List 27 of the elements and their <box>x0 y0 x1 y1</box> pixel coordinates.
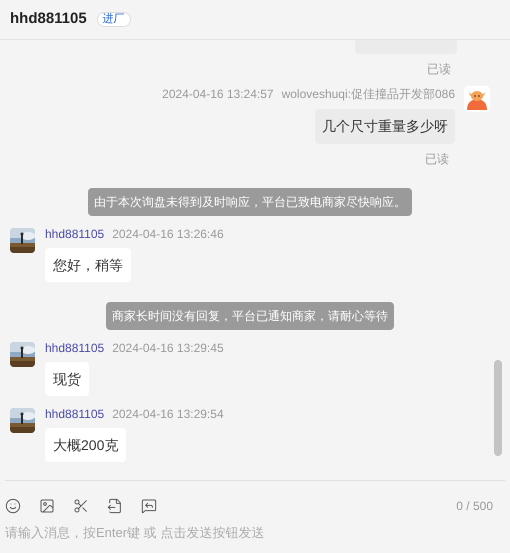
sender-name: hhd881105 <box>45 406 104 422</box>
message-bubble: 几个尺寸重量多少呀 <box>315 109 455 144</box>
avatar <box>464 86 490 112</box>
message-bubble: 您好，稍等 <box>45 248 131 282</box>
message-time: 2024-04-16 13:26:46 <box>112 226 224 242</box>
read-status: 已读 <box>427 61 451 78</box>
character-counter: 0 / 500 <box>456 498 493 515</box>
message-bubble: 现货 <box>45 362 89 396</box>
message-time: 2024-04-16 13:24:57 <box>162 86 274 102</box>
message-time: 2024-04-16 13:29:54 <box>112 406 224 422</box>
sender-name: hhd881105 <box>45 226 104 242</box>
chat-title: hhd881105 <box>10 9 87 30</box>
read-status: 已读 <box>425 151 449 168</box>
scissors-icon[interactable] <box>73 498 89 514</box>
image-icon[interactable] <box>39 498 55 514</box>
message-time: 2024-04-16 13:29:45 <box>112 340 224 356</box>
emoji-icon[interactable] <box>5 498 21 514</box>
sender-name: hhd881105 <box>45 340 104 356</box>
document-icon[interactable] <box>107 498 123 514</box>
scrollbar[interactable] <box>494 360 502 456</box>
reply-icon[interactable] <box>141 498 157 514</box>
system-notice: 商家长时间没有回复，平台已通知商家，请耐心等待 <box>106 302 394 330</box>
message-input[interactable]: 请输入消息，按Enter键 或 点击发送按钮发送 <box>5 523 485 542</box>
system-notice: 由于本次询盘未得到及时响应，平台已致电商家尽快响应。 <box>88 188 412 216</box>
sender-name: woloveshuqi:促佳撞品开发部086 <box>282 86 455 102</box>
message-bubble: 大概200克 <box>45 428 126 462</box>
tag: 进厂 <box>96 12 131 27</box>
